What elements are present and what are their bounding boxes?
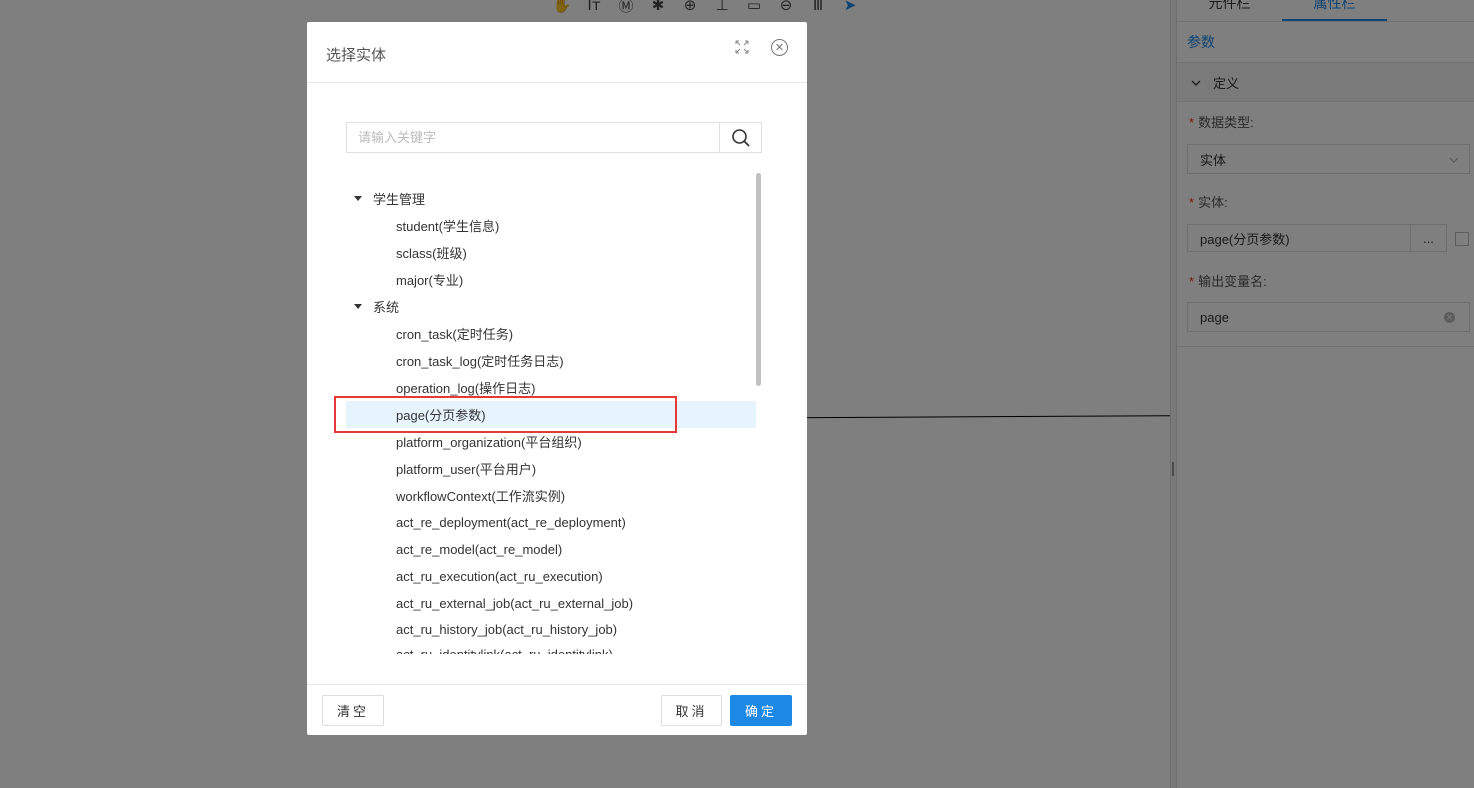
tree-item[interactable]: cron_task(定时任务) bbox=[346, 320, 756, 347]
search-button[interactable] bbox=[719, 123, 761, 152]
tree-item[interactable]: sclass(班级) bbox=[346, 239, 756, 266]
caret-down-icon[interactable] bbox=[354, 304, 362, 309]
tree-item[interactable]: act_re_deployment(act_re_deployment) bbox=[346, 509, 756, 536]
tree-group-system[interactable]: 系统 bbox=[346, 293, 756, 320]
tree-item[interactable]: student(学生信息) bbox=[346, 212, 756, 239]
search-icon bbox=[731, 128, 750, 147]
clear-button[interactable]: 清空 bbox=[322, 695, 384, 726]
select-entity-dialog: 选择实体 ✕ 学生管理 student(学生信息) sclass(班级) maj… bbox=[307, 22, 807, 735]
expand-icon[interactable] bbox=[735, 40, 751, 56]
tree-item[interactable]: major(专业) bbox=[346, 266, 756, 293]
tree-group-student-mgmt[interactable]: 学生管理 bbox=[346, 185, 756, 212]
tree-item[interactable]: act_re_model(act_re_model) bbox=[346, 536, 756, 563]
dialog-header: 选择实体 ✕ bbox=[307, 22, 807, 83]
tree-item[interactable]: act_ru_external_job(act_ru_external_job) bbox=[346, 590, 756, 617]
annotation-highlight-box bbox=[334, 396, 677, 433]
tree-scrollbar[interactable] bbox=[756, 173, 761, 386]
tree-item[interactable]: act_ru_history_job(act_ru_history_job) bbox=[346, 616, 756, 643]
close-icon[interactable]: ✕ bbox=[771, 39, 788, 56]
tree-item[interactable]: workflowContext(工作流实例) bbox=[346, 482, 756, 509]
cancel-button[interactable]: 取消 bbox=[661, 695, 722, 726]
caret-down-icon[interactable] bbox=[354, 196, 362, 201]
tree-item[interactable]: act_ru_identitylink(act_ru_identitylink) bbox=[346, 641, 756, 654]
search-input[interactable] bbox=[347, 123, 719, 152]
entity-search bbox=[346, 122, 762, 153]
tree-item[interactable]: cron_task_log(定时任务日志) bbox=[346, 347, 756, 374]
tree-item[interactable]: act_ru_execution(act_ru_execution) bbox=[346, 563, 756, 590]
dialog-title: 选择实体 bbox=[326, 47, 387, 64]
confirm-button[interactable]: 确定 bbox=[730, 695, 792, 726]
tree-item[interactable]: platform_user(平台用户) bbox=[346, 455, 756, 482]
dialog-footer: 清空 取消 确定 bbox=[307, 684, 807, 735]
